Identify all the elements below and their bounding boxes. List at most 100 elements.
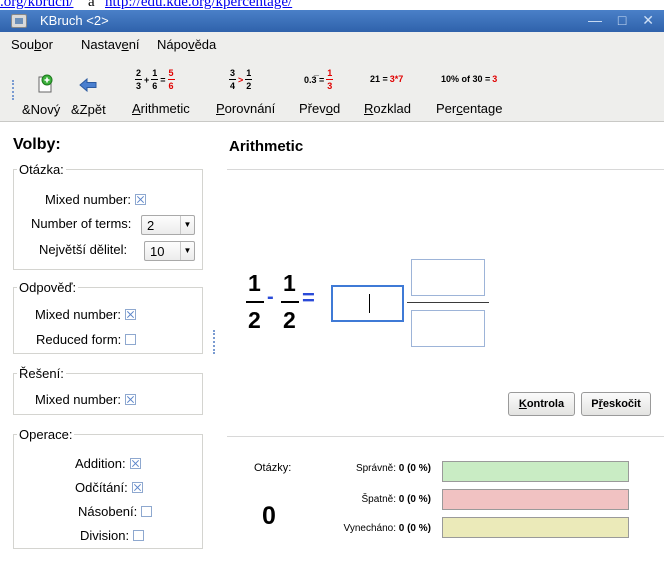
divisor-combo[interactable]: 10 ▼ (144, 241, 195, 261)
integer-input[interactable] (331, 285, 404, 322)
addition-row: Addition: (75, 456, 141, 471)
convert-mode-icon: 0.3̅ = 13 (304, 68, 334, 91)
wrong-value: 0 (0 %) (398, 494, 431, 505)
solution-mixed-checkbox[interactable] (124, 394, 136, 405)
questions-label: Otázky: (254, 462, 292, 474)
answer-reduced-checkbox[interactable] (125, 334, 137, 345)
mode-compare[interactable]: 34 > 12 Porovnání (212, 60, 284, 118)
menu-nastaveni[interactable]: Nastavení (81, 37, 140, 52)
app-icon[interactable] (11, 14, 27, 28)
division-checkbox[interactable] (133, 530, 145, 541)
chevron-down-icon: ▼ (180, 242, 194, 260)
mode-convert[interactable]: 0.3̅ = 13 Převod (294, 60, 354, 118)
new-task-label: &Nový (22, 102, 61, 117)
divider (227, 436, 664, 437)
solution-mixed-row: Mixed number: (35, 392, 136, 407)
mode-convert-label: Převod (299, 101, 341, 116)
skipped-value: 0 (0 %) (398, 523, 431, 534)
denominator-input[interactable] (411, 310, 485, 347)
answer-mixed-checkbox[interactable] (124, 309, 136, 320)
options-pane: Volby: Otázka: Mixed number: Number of t… (0, 122, 227, 583)
numerator-input[interactable] (411, 259, 485, 296)
new-task-button[interactable]: &Nový (21, 60, 63, 118)
task-numerator-2: 1 (283, 270, 296, 296)
subtraction-label: Odčítání: (75, 480, 128, 495)
answer-reduced-row: Reduced form: (36, 332, 137, 347)
browser-link-strip: .org/kbruch/ a http://edu.kde.org/kperce… (0, 0, 664, 10)
terms-combo[interactable]: 2 ▼ (141, 215, 195, 235)
menu-bar: Soubor Nastavení Nápověda (0, 32, 664, 58)
mode-percentage[interactable]: 10% of 30 = 3 Percentage (433, 60, 513, 118)
question-mixed-checkbox[interactable] (134, 194, 146, 205)
check-button[interactable]: Kontrola (508, 392, 575, 416)
correct-label: Správně: (355, 463, 396, 474)
question-group-title: Otázka: (17, 162, 66, 177)
back-arrow-icon (79, 78, 97, 92)
addition-checkbox[interactable] (129, 458, 141, 469)
answer-mixed-label: Mixed number: (35, 307, 121, 322)
solution-mixed-label: Mixed number: (35, 392, 121, 407)
task-title: Arithmetic (229, 138, 304, 155)
kpercentage-link[interactable]: http://edu.kde.org/kpercentage/ (105, 0, 292, 10)
correct-bar (442, 461, 629, 482)
multiplication-checkbox[interactable] (141, 506, 153, 517)
addition-label: Addition: (75, 456, 126, 471)
wrong-stat: Špatně: 0 (0 %) (311, 494, 432, 505)
questions-count: 0 (262, 502, 276, 530)
division-label: Division: (80, 528, 130, 543)
answer-group-title: Odpověď: (17, 280, 79, 295)
terms-label: Number of terms: (31, 216, 132, 231)
task-denominator-1: 2 (248, 307, 261, 333)
task-numerator-1: 1 (248, 270, 261, 296)
task-operator: - (267, 286, 274, 308)
arithmetic-mode-icon: 23 + 16 = 56 (135, 68, 175, 91)
question-mixed-label: Mixed number: (45, 192, 131, 207)
mode-factorize-label: Rozklad (364, 101, 411, 116)
divider (227, 169, 664, 170)
task-equals: = (302, 285, 315, 310)
operations-group-title: Operace: (17, 427, 75, 442)
mode-compare-label: Porovnání (216, 101, 276, 116)
correct-value: 0 (0 %) (398, 463, 431, 474)
solution-group-title: Řešení: (17, 366, 66, 381)
skipped-label: Vynecháno: (343, 523, 396, 534)
percentage-mode-icon: 10% of 30 = 3 (441, 74, 498, 84)
window-controls[interactable]: — □ ✕ (588, 12, 660, 29)
skip-button[interactable]: Přeskočit (581, 392, 651, 416)
task-denominator-2: 2 (283, 307, 296, 333)
toolbar: &Nový &Zpět 23 + 16 = 56 Arithmetic 34 >… (0, 58, 664, 122)
fraction-line (281, 301, 299, 303)
mode-arithmetic-label: Arithmetic (132, 101, 190, 116)
mode-percentage-label: Percentage (436, 101, 503, 116)
menu-napoveda[interactable]: Nápověda (157, 37, 216, 52)
factorize-mode-icon: 21 = 3*7 (370, 74, 404, 84)
compare-mode-icon: 34 > 12 (229, 68, 253, 91)
menu-soubor[interactable]: Soubor (11, 37, 53, 52)
kbruch-link[interactable]: .org/kbruch/ (0, 0, 73, 10)
divisor-value: 10 (150, 244, 165, 259)
question-mixed-row: Mixed number: (45, 192, 146, 207)
answer-fraction-line (407, 302, 489, 303)
toolbar-grip[interactable] (12, 80, 15, 100)
task-area: Arithmetic 1 2 - 1 2 = Kontrola Přeskoči… (227, 122, 664, 583)
back-label: &Zpět (71, 102, 106, 117)
text-cursor (369, 294, 370, 313)
title-bar[interactable]: KBruch <2> — □ ✕ (0, 10, 664, 32)
skipped-bar (442, 517, 629, 538)
subtraction-row: Odčítání: (75, 480, 143, 495)
division-row: Division: (80, 528, 145, 543)
subtraction-checkbox[interactable] (131, 482, 143, 493)
options-title: Volby: (13, 136, 61, 153)
terms-value: 2 (147, 218, 155, 233)
multiplication-label: Násobení: (78, 504, 138, 519)
pane-splitter[interactable] (213, 330, 216, 354)
back-button[interactable]: &Zpět (68, 60, 106, 118)
skipped-stat: Vynecháno: 0 (0 %) (311, 523, 431, 534)
mode-arithmetic[interactable]: 23 + 16 = 56 Arithmetic (128, 60, 198, 118)
mode-factorize[interactable]: 21 = 3*7 Rozklad (360, 60, 420, 118)
divisor-label: Největší dělitel: (39, 242, 128, 257)
wrong-bar (442, 489, 629, 510)
chevron-down-icon: ▼ (180, 216, 194, 234)
new-task-icon (38, 74, 53, 93)
multiplication-row: Násobení: (78, 504, 153, 519)
